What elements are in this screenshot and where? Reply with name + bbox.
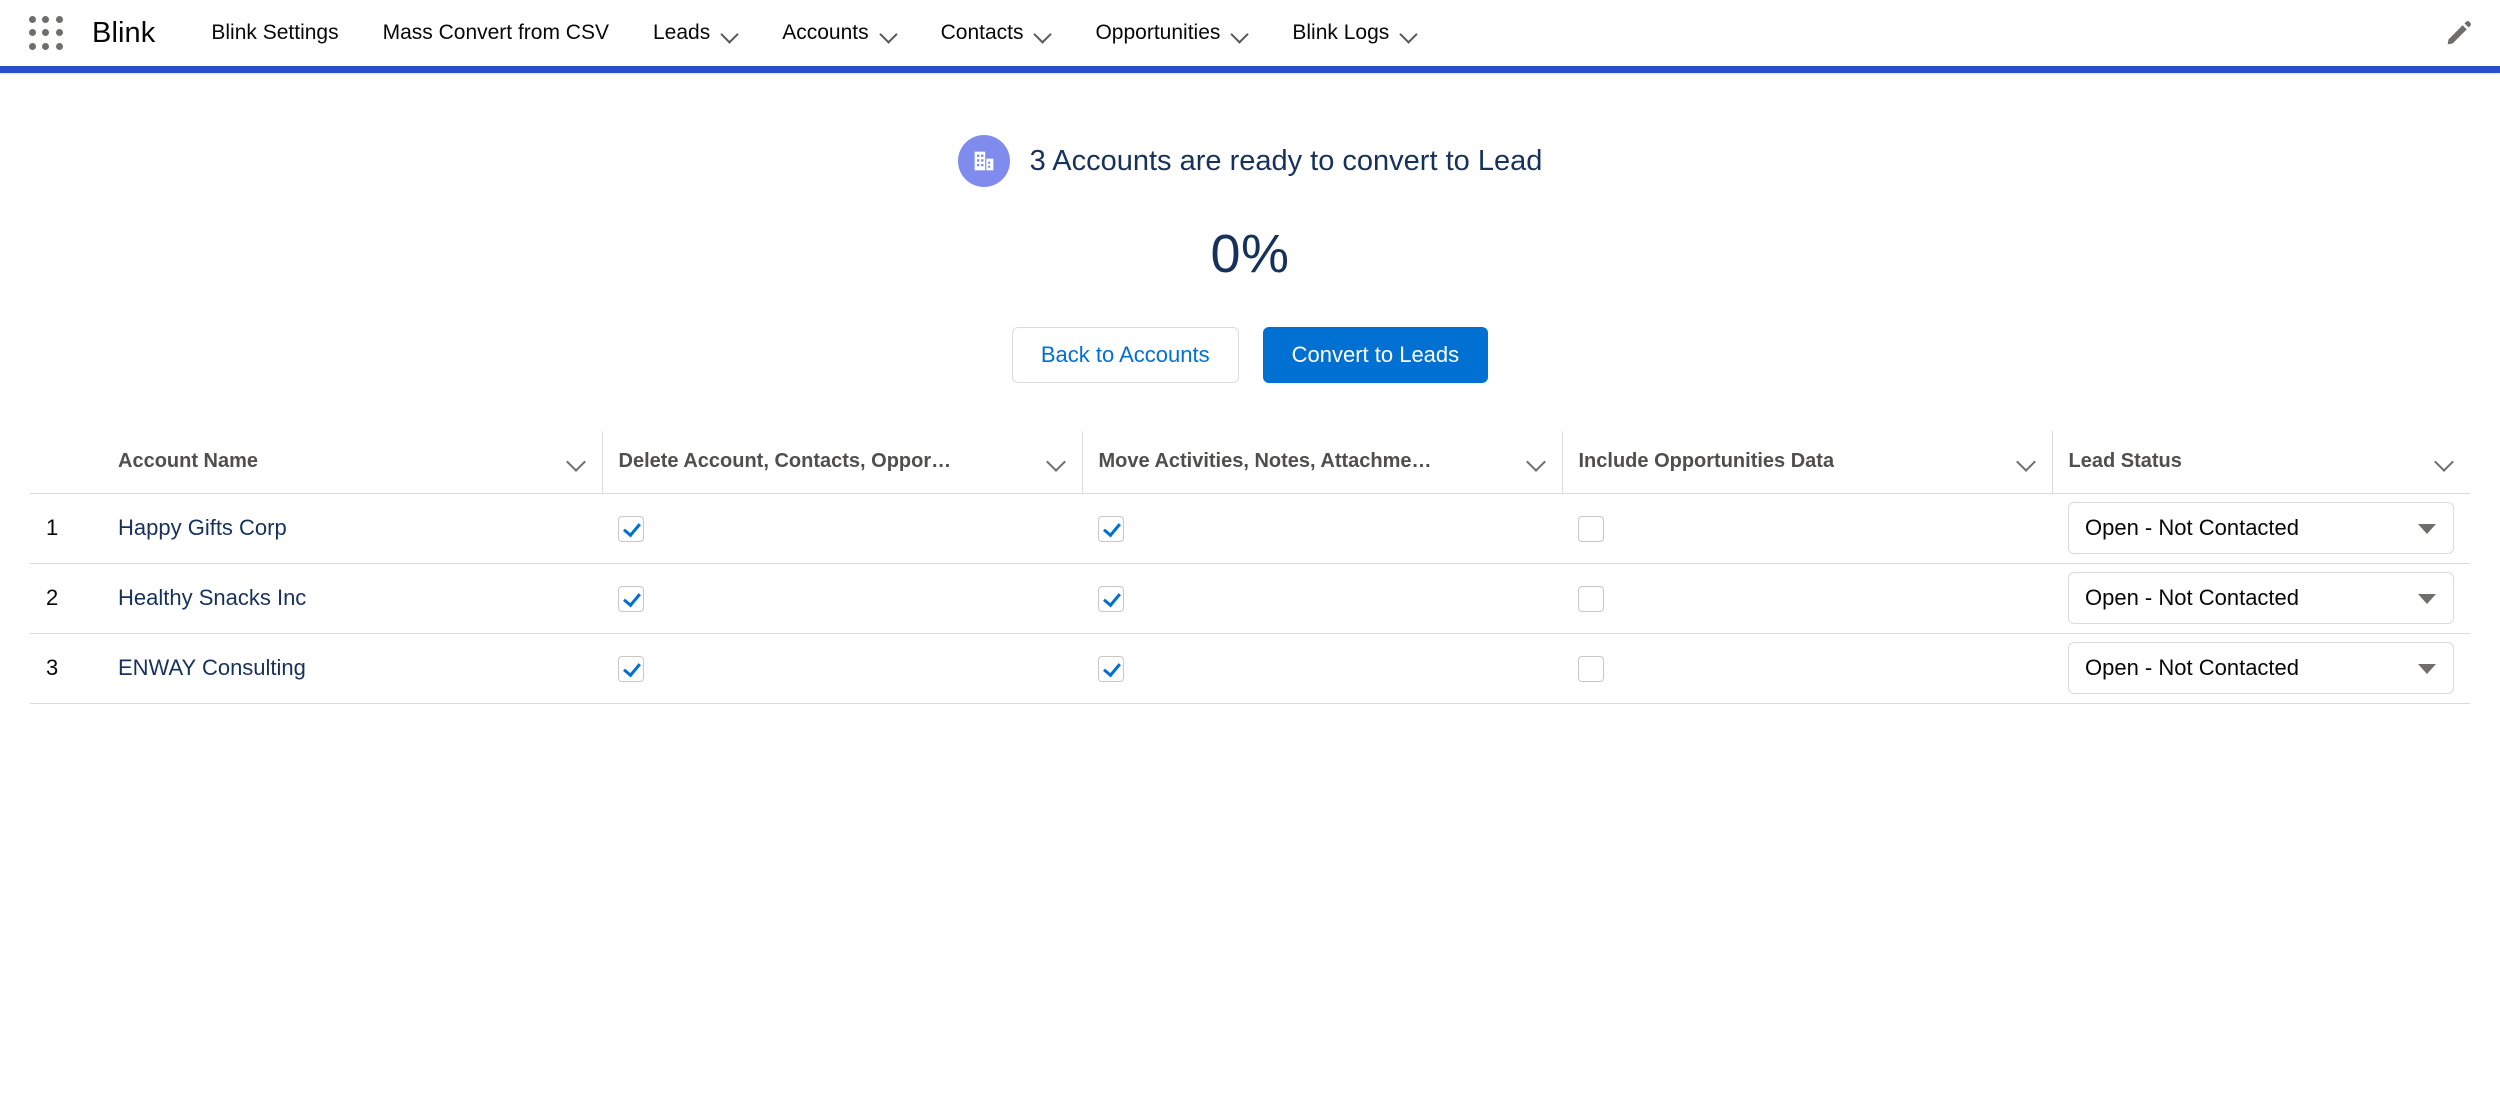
lead-status-select[interactable]: Open - Not Contacted — [2068, 502, 2454, 554]
move-activities-checkbox[interactable] — [1098, 585, 1124, 612]
column-header-label: Lead Status — [2068, 450, 2182, 473]
account-name-link[interactable]: ENWAY Consulting — [118, 655, 306, 680]
lead-status-cell: Open - Not Contacted — [2052, 493, 2470, 564]
nav-active-underline — [0, 66, 2500, 73]
include-opportunities-cell — [1562, 493, 2052, 564]
chevron-down-icon[interactable] — [2434, 452, 2454, 472]
row-index: 3 — [30, 633, 102, 704]
account-name-cell: Healthy Snacks Inc — [102, 563, 602, 634]
nav-item-blink-logs[interactable]: Blink Logs — [1270, 0, 1439, 66]
chevron-down-icon[interactable] — [1526, 452, 1546, 472]
table-header: Account Name Delete Account, Contacts, O… — [30, 431, 2470, 494]
lead-status-select[interactable]: Open - Not Contacted — [2068, 642, 2454, 694]
column-header-delete-account[interactable]: Delete Account, Contacts, Oppor… — [601, 431, 1082, 494]
column-header-account-name[interactable]: Account Name — [102, 431, 602, 494]
chevron-down-icon[interactable] — [1400, 25, 1417, 42]
global-navigation-bar: Blink Blink Settings Mass Convert from C… — [0, 0, 2500, 66]
nav-item-label: Mass Convert from CSV — [382, 21, 609, 44]
nav-item-label: Blink Settings — [211, 21, 339, 44]
nav-item-blink-settings[interactable]: Blink Settings — [189, 0, 360, 66]
delete-account-checkbox[interactable] — [618, 655, 644, 682]
nav-item-list: Blink Settings Mass Convert from CSV Lea… — [189, 0, 2444, 66]
column-header-label: Delete Account, Contacts, Oppor… — [618, 450, 952, 473]
conversion-summary-text: 3 Accounts are ready to convert to Lead — [1029, 144, 1543, 177]
app-name[interactable]: Blink — [92, 17, 155, 50]
nav-item-label: Blink Logs — [1292, 21, 1390, 44]
accounts-table: Account Name Delete Account, Contacts, O… — [30, 431, 2470, 704]
row-index: 1 — [30, 493, 102, 564]
nav-item-accounts[interactable]: Accounts — [760, 0, 918, 66]
include-opportunities-cell — [1562, 633, 2052, 704]
nav-item-leads[interactable]: Leads — [631, 0, 760, 66]
action-button-row: Back to Accounts Convert to Leads — [0, 327, 2500, 383]
nav-item-opportunities[interactable]: Opportunities — [1073, 0, 1270, 66]
convert-to-leads-button[interactable]: Convert to Leads — [1262, 327, 1489, 383]
back-to-accounts-button[interactable]: Back to Accounts — [1011, 327, 1239, 383]
account-name-link[interactable]: Happy Gifts Corp — [118, 515, 287, 540]
nav-item-label: Opportunities — [1095, 21, 1221, 44]
nav-item-contacts[interactable]: Contacts — [919, 0, 1074, 66]
column-header-label: Move Activities, Notes, Attachme… — [1098, 450, 1432, 473]
row-index: 2 — [30, 563, 102, 634]
move-activities-checkbox[interactable] — [1098, 515, 1124, 542]
column-header-include-opportunities-data[interactable]: Include Opportunities Data — [1561, 431, 2052, 494]
chevron-down-icon[interactable] — [2016, 452, 2036, 472]
column-header-label: Account Name — [118, 450, 259, 473]
nav-right-actions — [2444, 18, 2500, 48]
chevron-down-icon[interactable] — [1231, 25, 1248, 42]
row-index-header — [30, 431, 102, 494]
account-building-icon — [957, 135, 1010, 187]
include-opportunities-checkbox[interactable] — [1578, 515, 1604, 542]
column-header-label: Include Opportunities Data — [1578, 450, 1835, 473]
move-activities-cell — [1082, 493, 1562, 564]
conversion-summary: 3 Accounts are ready to convert to Lead — [0, 135, 2500, 187]
nav-item-label: Accounts — [782, 21, 869, 44]
table-header-row: Account Name Delete Account, Contacts, O… — [30, 431, 2470, 494]
lead-status-cell: Open - Not Contacted — [2052, 563, 2470, 634]
account-name-cell: Happy Gifts Corp — [102, 493, 602, 564]
delete-account-checkbox[interactable] — [618, 515, 644, 542]
chevron-down-icon[interactable] — [1034, 25, 1051, 42]
table-row: 2 Healthy Snacks Inc Open - Not Contacte… — [30, 563, 2470, 634]
column-header-lead-status[interactable]: Lead Status — [2051, 431, 2470, 494]
chevron-down-icon[interactable] — [721, 25, 738, 42]
nav-item-mass-convert-from-csv[interactable]: Mass Convert from CSV — [361, 0, 631, 66]
table-row: 3 ENWAY Consulting Open - Not Contacted — [30, 633, 2470, 704]
account-name-link[interactable]: Healthy Snacks Inc — [118, 585, 306, 610]
account-name-cell: ENWAY Consulting — [102, 633, 602, 704]
nav-item-label: Contacts — [940, 21, 1024, 44]
chevron-down-icon[interactable] — [566, 452, 586, 472]
chevron-down-icon[interactable] — [880, 25, 897, 42]
delete-account-checkbox[interactable] — [618, 585, 644, 612]
move-activities-cell — [1082, 563, 1562, 634]
nav-item-label: Leads — [652, 21, 711, 44]
include-opportunities-checkbox[interactable] — [1578, 585, 1604, 612]
delete-account-cell — [602, 493, 1082, 564]
include-opportunities-checkbox[interactable] — [1578, 655, 1604, 682]
pencil-icon[interactable] — [2444, 18, 2474, 48]
global-header: Blink Blink Settings Mass Convert from C… — [0, 0, 2500, 73]
move-activities-checkbox[interactable] — [1098, 655, 1124, 682]
delete-account-cell — [602, 563, 1082, 634]
delete-account-cell — [602, 633, 1082, 704]
app-launcher-grid-icon[interactable] — [28, 15, 64, 51]
accounts-table-container: Account Name Delete Account, Contacts, O… — [0, 431, 2500, 704]
column-header-move-activities[interactable]: Move Activities, Notes, Attachme… — [1081, 431, 1562, 494]
chevron-down-icon[interactable] — [1046, 452, 1066, 472]
main-content: 3 Accounts are ready to convert to Lead … — [0, 73, 2500, 704]
lead-status-cell: Open - Not Contacted — [2052, 633, 2470, 704]
table-body: 1 Happy Gifts Corp Open - Not Contacted … — [30, 493, 2470, 704]
include-opportunities-cell — [1562, 563, 2052, 634]
lead-status-select[interactable]: Open - Not Contacted — [2068, 572, 2454, 624]
move-activities-cell — [1082, 633, 1562, 704]
progress-percentage: 0% — [1210, 224, 1290, 284]
table-row: 1 Happy Gifts Corp Open - Not Contacted — [30, 493, 2470, 564]
